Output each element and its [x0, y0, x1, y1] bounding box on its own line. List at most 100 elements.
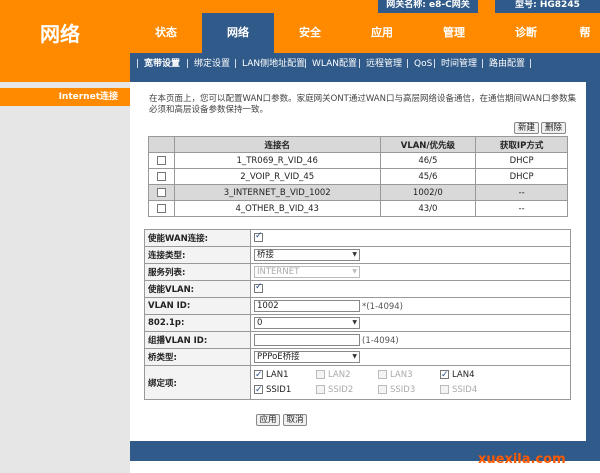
- binding-row-ssid: SSID1SSID2SSID3SSID4: [254, 383, 567, 398]
- bind-lan1[interactable]: LAN1: [254, 368, 316, 383]
- row-vlan: 46/5: [379, 152, 477, 169]
- bind-lan4[interactable]: LAN4: [440, 368, 502, 383]
- row-name: 1_TR069_R_VID_46: [173, 152, 381, 169]
- vlan-id-hint: *(1-4094): [362, 301, 403, 312]
- enable-vlan-checkbox[interactable]: [254, 282, 263, 293]
- tab-application[interactable]: 应用: [346, 13, 418, 53]
- select-column-header: [148, 136, 175, 153]
- wan-connections-table: 连接名 VLAN/优先级 获取IP方式 1_TR069_R_VID_46 46/…: [148, 136, 568, 217]
- bridge-type-label: 桥类型:: [144, 348, 251, 366]
- mcast-vlan-hint: (1-4094): [362, 335, 399, 346]
- subnav-separator: |: [406, 59, 410, 69]
- tab-network[interactable]: 网络: [202, 13, 274, 53]
- left-menu: Internet连接: [0, 82, 130, 473]
- row-ip: --: [475, 200, 568, 217]
- enable-vlan-label: 使能VLAN:: [144, 280, 251, 298]
- enable-wan-checkbox[interactable]: [254, 231, 263, 242]
- subnav-route[interactable]: 路由配置: [489, 53, 525, 75]
- row-checkbox[interactable]: [156, 187, 166, 197]
- subnav-separator: |: [481, 59, 485, 69]
- intro-text: 在本页面上，您可以配置WAN口参数。家庭网关ONT通过WAN口与高层网络设备通信…: [149, 94, 577, 115]
- table-row[interactable]: 1_TR069_R_VID_46 46/5 DHCP: [148, 152, 568, 169]
- subnav-separator: |: [304, 59, 308, 69]
- col-header-name: 连接名: [173, 136, 381, 153]
- tab-help[interactable]: 帮: [570, 13, 600, 53]
- table-row[interactable]: 3_INTERNET_B_VID_1002 1002/0 --: [148, 184, 568, 201]
- wan-config-form: 使能WAN连接: 连接类型: 桥接 服务列表: INTERNET 使能VLAN:…: [144, 229, 571, 400]
- vlan-id-label: VLAN ID:: [144, 297, 251, 315]
- row-checkbox[interactable]: [156, 171, 166, 181]
- bind-ssid3[interactable]: SSID3: [378, 383, 440, 398]
- row-vlan: 43/0: [379, 200, 477, 217]
- bind-lan3-checkbox[interactable]: [378, 369, 387, 379]
- row-ip: DHCP: [475, 168, 568, 185]
- subnav-separator: |: [186, 59, 190, 69]
- right-scroll-strip: [586, 82, 600, 473]
- enable-wan-label: 使能WAN连接:: [144, 229, 251, 247]
- brand-panel: 网络: [0, 0, 130, 82]
- subnav-remote-mgmt[interactable]: 远程管理: [366, 53, 402, 75]
- col-header-ip: 获取IP方式: [475, 136, 568, 153]
- bind-ssid1[interactable]: SSID1: [254, 383, 316, 398]
- tab-security[interactable]: 安全: [274, 13, 346, 53]
- bind-lan1-checkbox[interactable]: [254, 368, 263, 383]
- bind-ssid2-checkbox[interactable]: [316, 384, 325, 394]
- delete-button[interactable]: 删除: [541, 122, 566, 134]
- bind-lan2-checkbox[interactable]: [316, 369, 325, 379]
- row-checkbox[interactable]: [156, 155, 166, 165]
- subnav-binding[interactable]: 绑定设置: [194, 53, 230, 75]
- bind-lan3[interactable]: LAN3: [378, 368, 440, 383]
- subnav-separator: |: [529, 59, 533, 69]
- subnav-wlan[interactable]: WLAN配置: [312, 53, 357, 75]
- conn-type-select[interactable]: 桥接: [254, 249, 360, 261]
- binding-label: 绑定项:: [144, 365, 251, 400]
- table-row[interactable]: 2_VOIP_R_VID_45 45/6 DHCP: [148, 168, 568, 185]
- apply-button[interactable]: 应用: [256, 414, 280, 426]
- model-label: 型号: HG8245: [495, 0, 600, 13]
- new-button[interactable]: 新建: [514, 122, 539, 134]
- bridge-type-select[interactable]: PPPoE桥接: [254, 351, 360, 363]
- subnav-qos[interactable]: QoS: [414, 53, 432, 75]
- cancel-button[interactable]: 取消: [283, 414, 307, 426]
- subnav-underbar: [130, 75, 600, 82]
- bind-ssid2[interactable]: SSID2: [316, 383, 378, 398]
- bind-lan4-checkbox[interactable]: [440, 368, 449, 383]
- subnav-separator: |: [136, 59, 140, 69]
- vlan-id-input[interactable]: 1002: [254, 300, 360, 312]
- col-header-vlan: VLAN/优先级: [379, 136, 477, 153]
- row-name: 3_INTERNET_B_VID_1002: [173, 184, 381, 201]
- bind-ssid3-checkbox[interactable]: [378, 384, 387, 394]
- row-name: 4_OTHER_B_VID_43: [173, 200, 381, 217]
- conn-type-label: 连接类型:: [144, 246, 251, 264]
- mcast-vlan-label: 组播VLAN ID:: [144, 331, 251, 349]
- service-list-label: 服务列表:: [144, 263, 251, 281]
- bind-ssid4[interactable]: SSID4: [440, 383, 502, 398]
- subnav-separator: |: [358, 59, 362, 69]
- mcast-vlan-input[interactable]: [254, 334, 360, 346]
- gateway-name: 网关名称: e8-C网关: [378, 0, 478, 13]
- tab-status[interactable]: 状态: [130, 13, 202, 53]
- row-ip: --: [475, 184, 568, 201]
- service-list-select[interactable]: INTERNET: [254, 266, 360, 278]
- row-vlan: 1002/0: [379, 184, 477, 201]
- row-checkbox[interactable]: [156, 203, 166, 213]
- table-row[interactable]: 4_OTHER_B_VID_43 43/0 --: [148, 200, 568, 217]
- bind-ssid4-checkbox[interactable]: [440, 384, 449, 394]
- bind-ssid1-checkbox[interactable]: [254, 383, 263, 398]
- 8021p-label: 802.1p:: [144, 314, 251, 332]
- subnav-time-mgmt[interactable]: 时间管理: [441, 53, 477, 75]
- row-ip: DHCP: [475, 152, 568, 169]
- left-menu-internet[interactable]: Internet连接: [0, 88, 130, 106]
- row-name: 2_VOIP_R_VID_45: [173, 168, 381, 185]
- row-vlan: 45/6: [379, 168, 477, 185]
- tab-management[interactable]: 管理: [418, 13, 490, 53]
- subnav-separator: |: [234, 59, 238, 69]
- subnav-broadband[interactable]: 宽带设置: [144, 53, 180, 75]
- tab-diagnostics[interactable]: 诊断: [490, 13, 562, 53]
- main-nav: 状态 网络 安全 应用 管理 诊断 帮: [130, 13, 600, 53]
- subnav-lan-address[interactable]: LAN侧地址配置: [242, 53, 305, 75]
- bind-lan2[interactable]: LAN2: [316, 368, 378, 383]
- table-header-row: 连接名 VLAN/优先级 获取IP方式: [148, 136, 568, 153]
- watermark: xuexila.com: [478, 452, 566, 467]
- 8021p-select[interactable]: 0: [254, 317, 360, 329]
